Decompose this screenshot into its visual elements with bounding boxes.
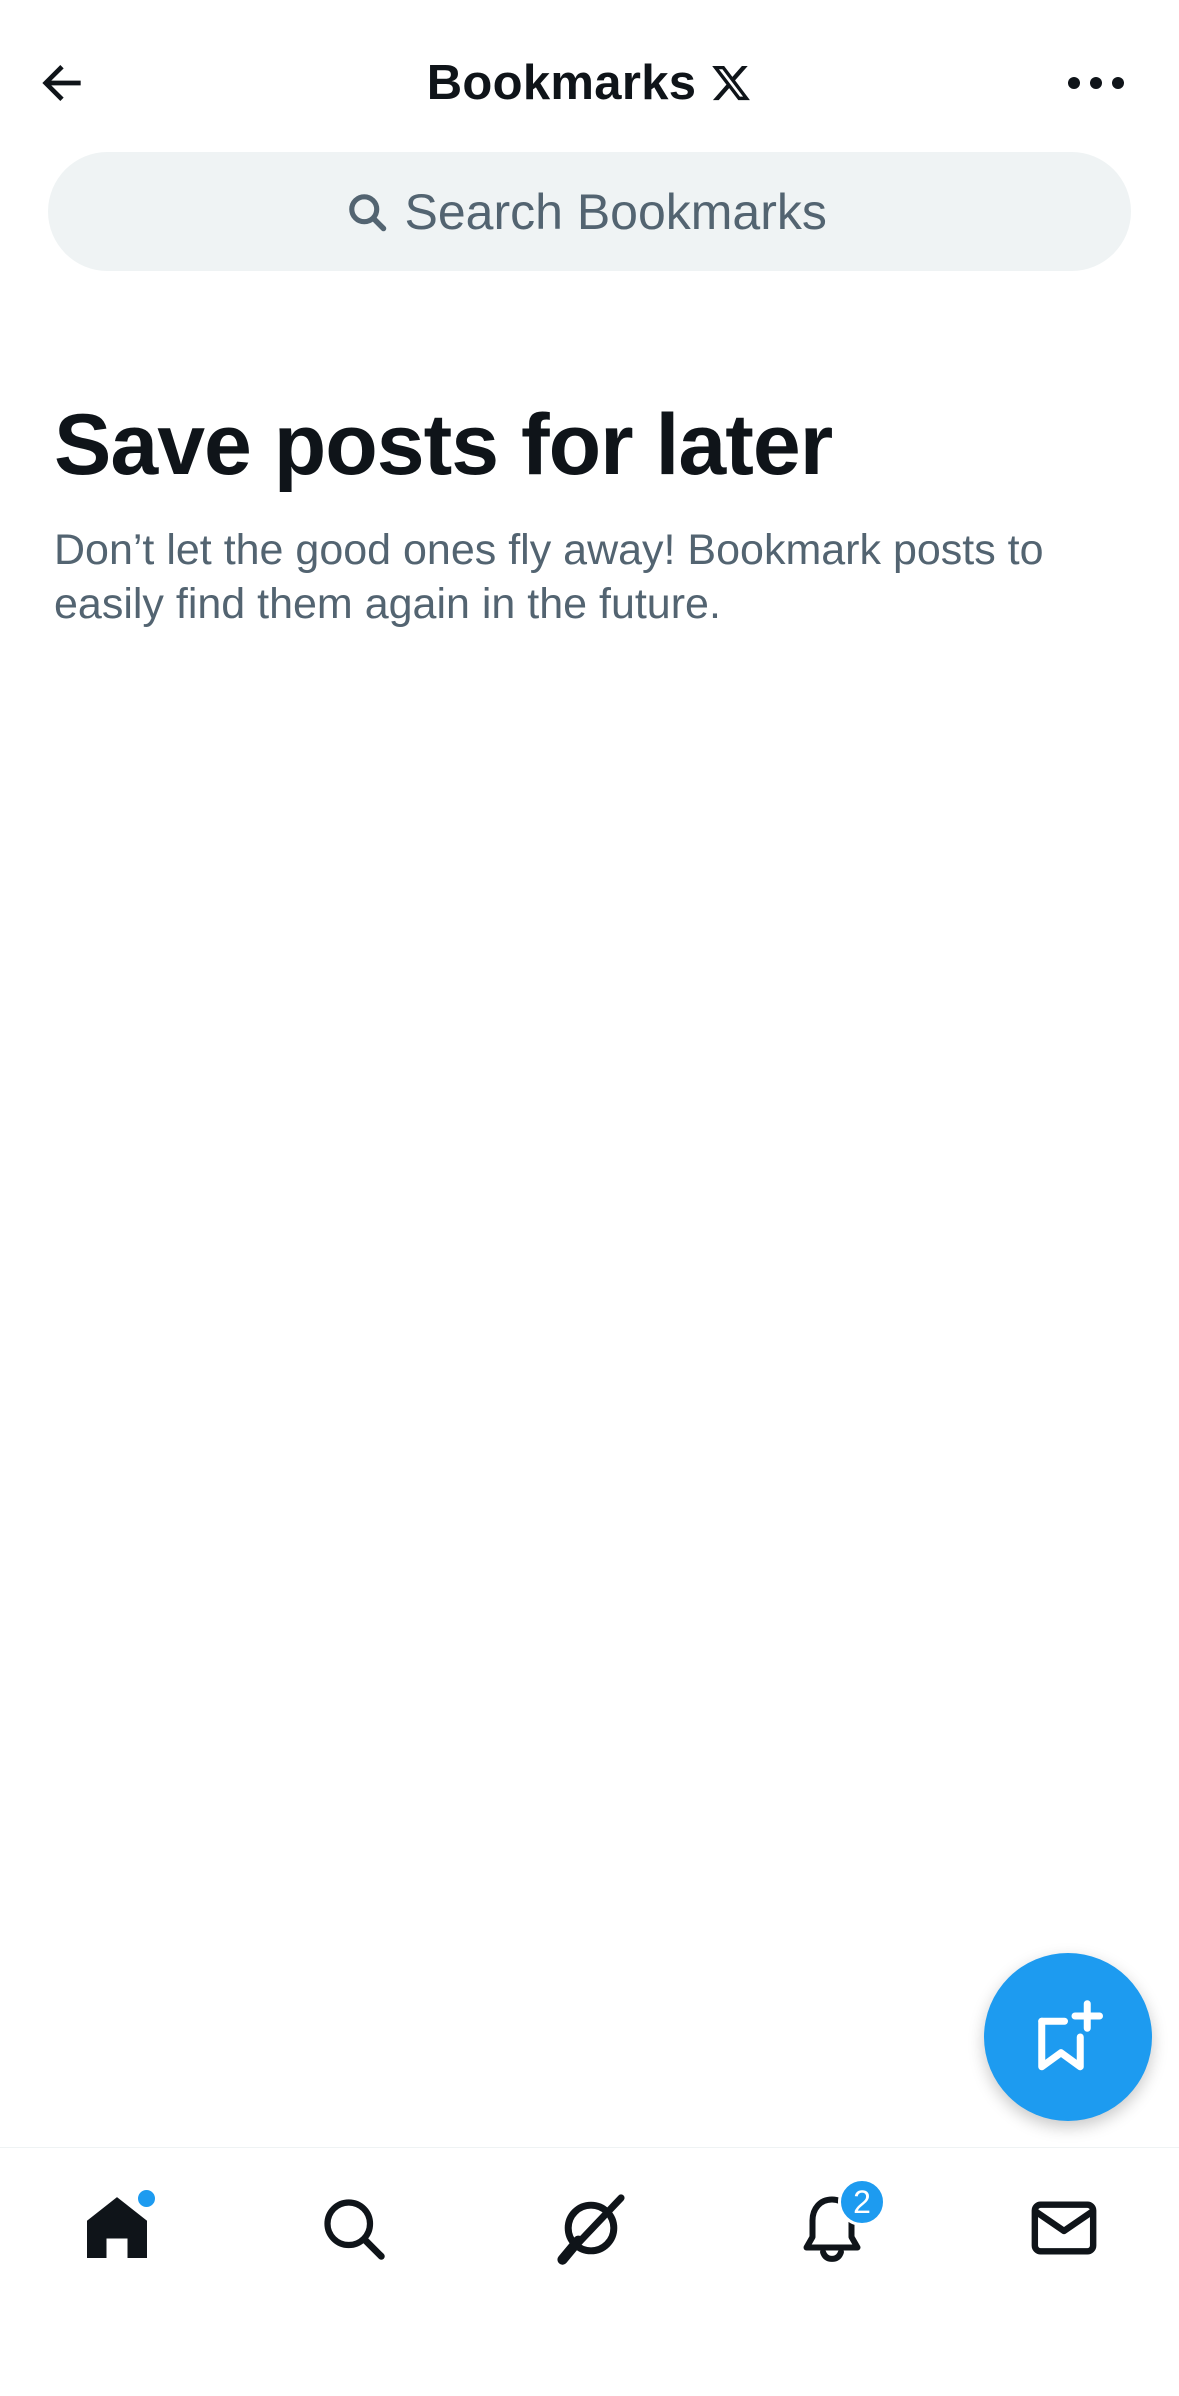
home-unread-dot — [136, 2188, 157, 2209]
empty-state-description: Don’t let the good ones fly away! Bookma… — [54, 526, 1044, 628]
more-options-button[interactable] — [1054, 45, 1138, 121]
search-bar[interactable] — [48, 152, 1131, 271]
empty-state-title: Save posts for later — [54, 397, 833, 493]
nav-explore[interactable] — [303, 2178, 403, 2278]
nav-messages[interactable] — [1014, 2178, 1114, 2278]
mail-icon — [1031, 2201, 1097, 2255]
notification-count-badge: 2 — [838, 2178, 886, 2226]
more-horizontal-icon — [1068, 77, 1124, 89]
nav-grok[interactable] — [541, 2178, 641, 2278]
bookmark-add-icon — [1038, 2000, 1103, 2071]
bottom-navigation: 2 — [0, 2147, 1179, 2396]
search-icon — [348, 193, 386, 231]
grok-icon — [557, 2194, 625, 2265]
nav-notifications[interactable]: 2 — [782, 2178, 886, 2278]
search-icon — [324, 2199, 385, 2260]
arrow-left-icon — [42, 65, 81, 101]
page-title: Bookmarks — [426, 56, 697, 110]
search-input[interactable] — [404, 182, 835, 241]
back-button[interactable] — [24, 45, 100, 121]
x-logo-icon — [712, 65, 751, 101]
top-bar: Bookmarks — [0, 0, 1179, 150]
nav-home[interactable] — [67, 2178, 167, 2278]
add-bookmark-folder-button[interactable] — [984, 1953, 1152, 2121]
title-group: Bookmarks — [0, 50, 1179, 116]
